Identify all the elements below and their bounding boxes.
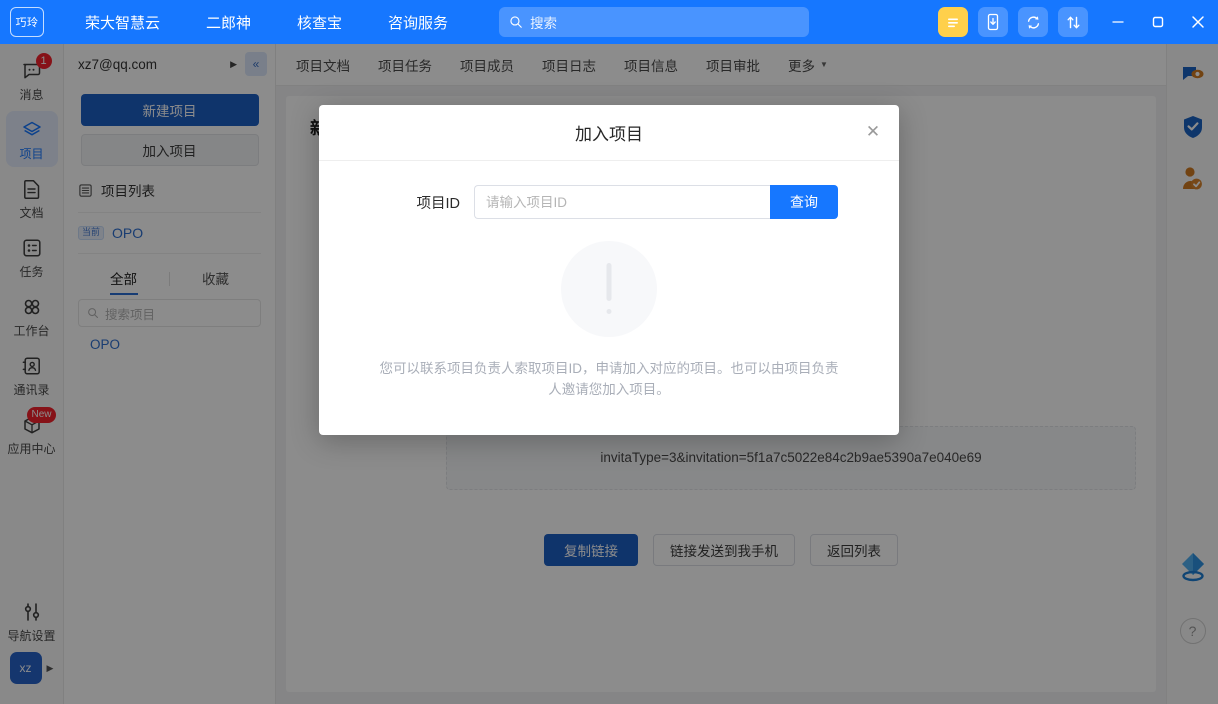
search-icon xyxy=(509,15,523,29)
notes-glyph xyxy=(945,14,961,30)
window-maximize-button[interactable] xyxy=(1138,0,1178,44)
refresh-glyph xyxy=(1025,14,1042,31)
nav-link-2[interactable]: 核查宝 xyxy=(274,12,365,33)
project-id-label: 项目ID xyxy=(380,192,460,213)
exclamation-bar xyxy=(607,263,612,301)
modal-title: 加入项目 xyxy=(575,120,643,145)
modal-empty-state: 您可以联系项目负责人索取项目ID，申请加入对应的项目。也可以由项目负责人邀请您加… xyxy=(319,241,899,401)
query-button[interactable]: 查询 xyxy=(770,185,838,219)
app-logo[interactable]: 巧玲 xyxy=(10,7,44,37)
maximize-icon xyxy=(1150,14,1166,30)
minimize-icon xyxy=(1110,14,1126,30)
exclamation-icon xyxy=(561,241,657,337)
modal-header: 加入项目 ✕ xyxy=(319,105,899,161)
close-icon xyxy=(1189,13,1207,31)
transfer-glyph xyxy=(1065,14,1082,31)
titlebar: 巧玲 荣大智慧云 二郎神 核查宝 咨询服务 搜索 xyxy=(0,0,1218,44)
titlebar-right-controls xyxy=(938,0,1218,44)
global-search-placeholder: 搜索 xyxy=(530,12,557,32)
transfer-updown-icon[interactable] xyxy=(1058,7,1088,37)
app-window: 巧玲 荣大智慧云 二郎神 核查宝 咨询服务 搜索 xyxy=(0,0,1218,704)
mobile-download-icon[interactable] xyxy=(978,7,1008,37)
project-id-input-group: 查询 xyxy=(474,185,838,219)
join-project-modal: 加入项目 ✕ 项目ID 查询 您可以联系项目负责人索取项目ID，申请加入对应的项… xyxy=(319,105,899,435)
project-id-form-row: 项目ID 查询 xyxy=(319,185,899,219)
global-search[interactable]: 搜索 xyxy=(499,7,809,37)
top-nav: 荣大智慧云 二郎神 核查宝 咨询服务 xyxy=(62,12,471,33)
window-close-button[interactable] xyxy=(1178,0,1218,44)
nav-link-3[interactable]: 咨询服务 xyxy=(365,12,471,33)
mobile-download-glyph xyxy=(985,13,1001,31)
close-icon[interactable]: ✕ xyxy=(863,123,883,143)
modal-hint-text: 您可以联系项目负责人索取项目ID，申请加入对应的项目。也可以由项目负责人邀请您加… xyxy=(379,359,839,401)
notes-icon[interactable] xyxy=(938,7,968,37)
window-minimize-button[interactable] xyxy=(1098,0,1138,44)
exclamation-dot xyxy=(607,309,612,314)
nav-link-0[interactable]: 荣大智慧云 xyxy=(62,12,183,33)
refresh-sync-icon[interactable] xyxy=(1018,7,1048,37)
project-id-input[interactable] xyxy=(474,185,770,219)
modal-body: 项目ID 查询 您可以联系项目负责人索取项目ID，申请加入对应的项目。也可以由项… xyxy=(319,161,899,401)
nav-link-1[interactable]: 二郎神 xyxy=(183,12,274,33)
